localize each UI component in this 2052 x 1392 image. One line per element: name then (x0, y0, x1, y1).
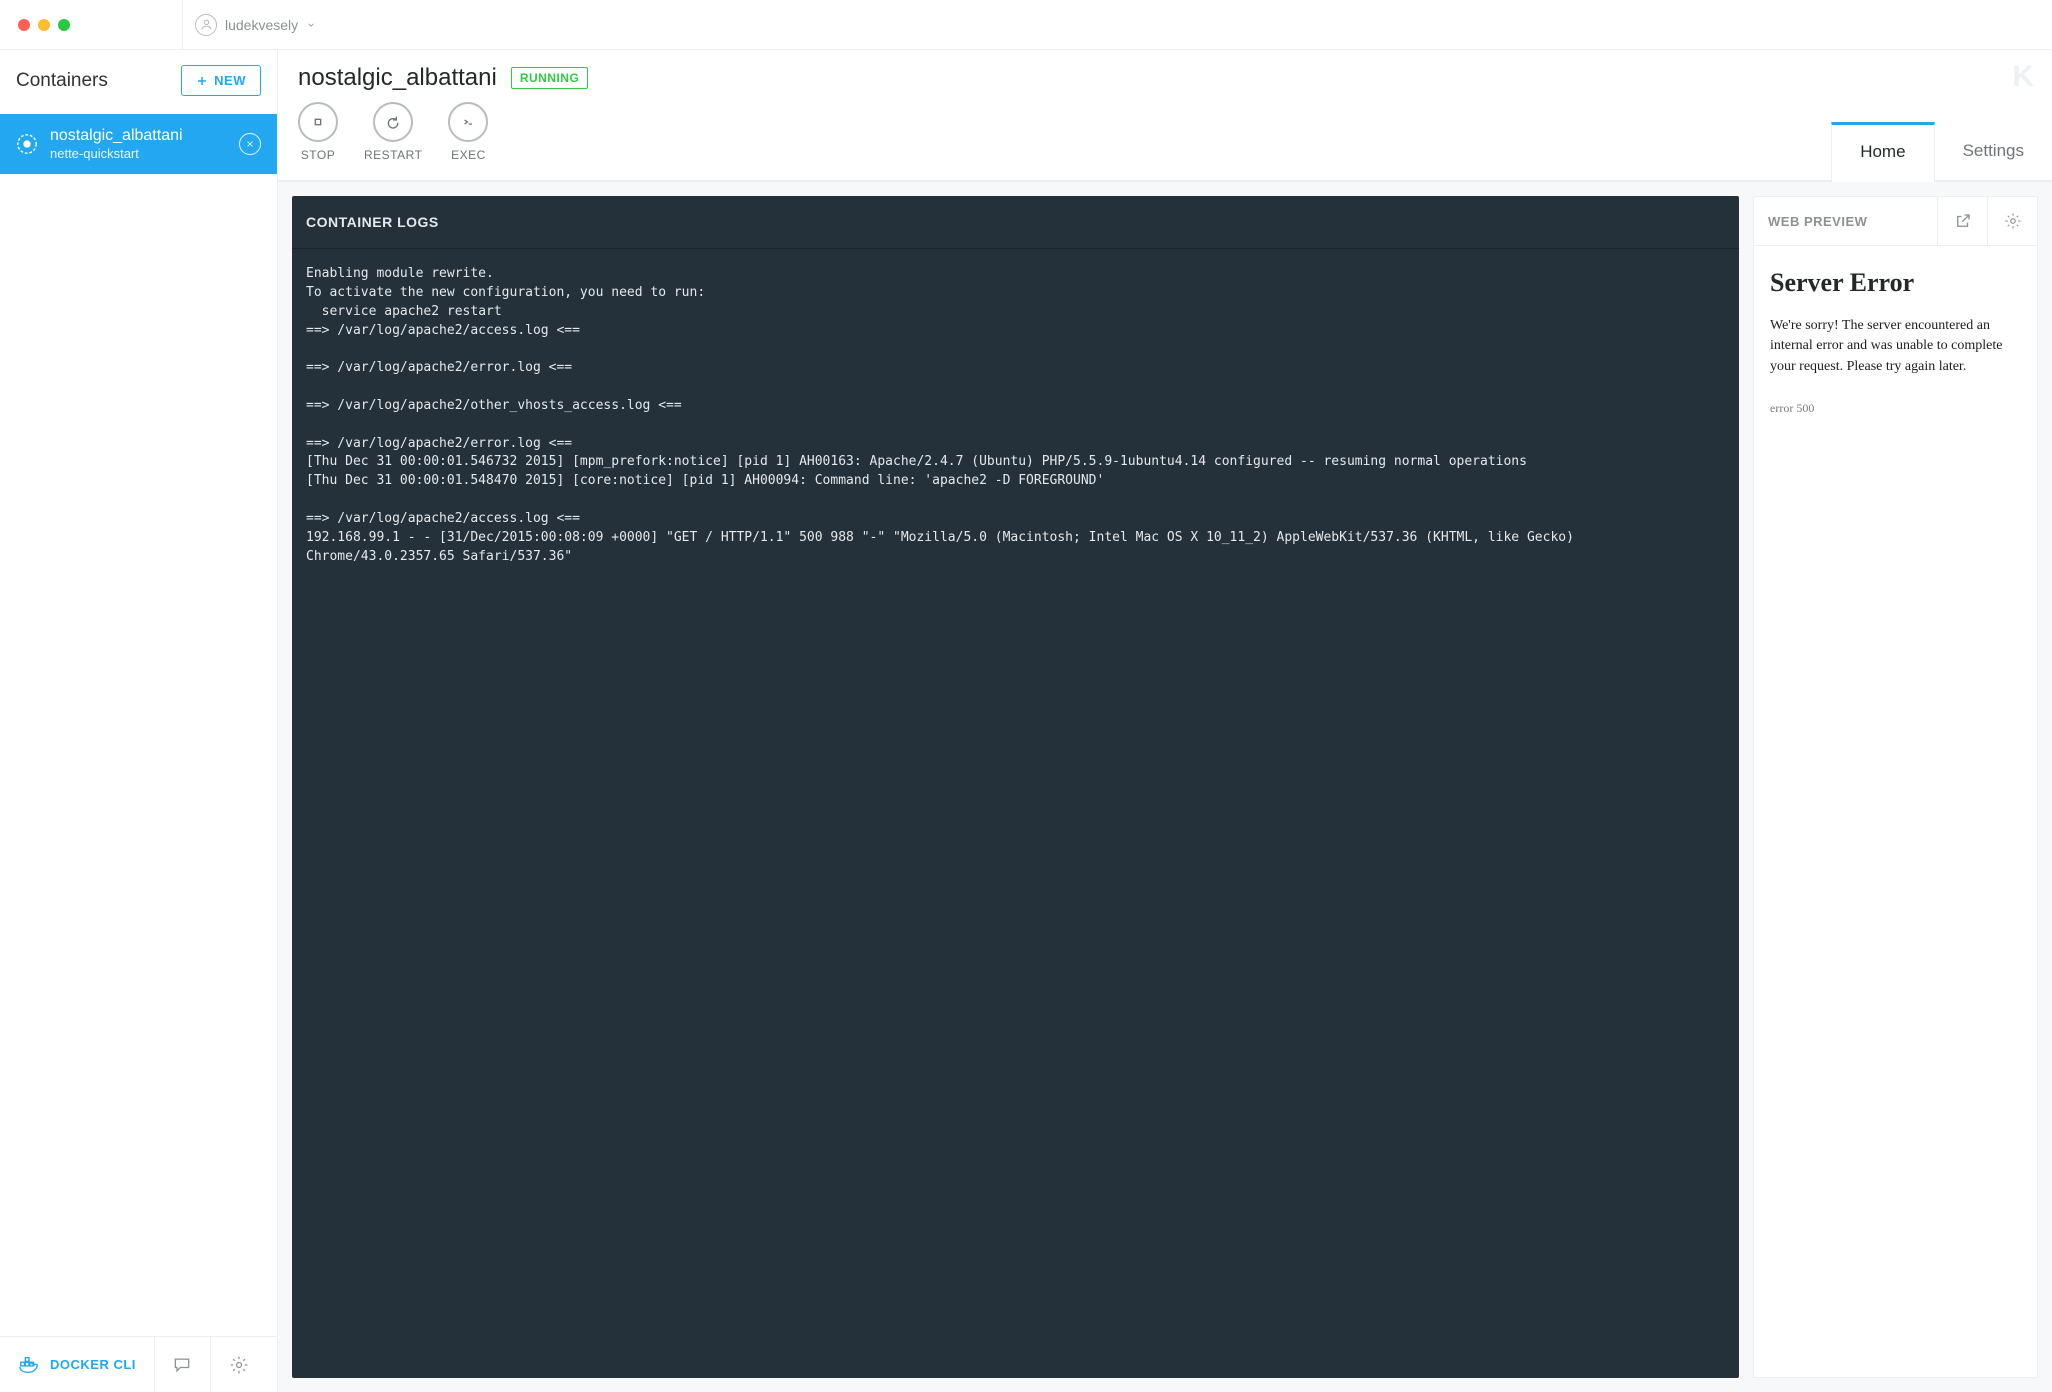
titlebar: ludekvesely (0, 0, 2052, 50)
gear-icon (229, 1355, 249, 1375)
container-running-icon (16, 133, 38, 155)
tab-settings[interactable]: Settings (1935, 121, 2052, 181)
preview-heading: Server Error (1770, 268, 2021, 298)
sidebar-title: Containers (16, 70, 108, 92)
container-list-item[interactable]: nostalgic_albattani nette-quickstart (0, 114, 277, 174)
container-logs-panel: CONTAINER LOGS Enabling module rewrite. … (292, 196, 1739, 1378)
restart-button[interactable]: RESTART (364, 102, 422, 162)
feedback-button[interactable] (155, 1337, 211, 1392)
tab-home[interactable]: Home (1831, 122, 1934, 182)
preview-error-code: error 500 (1770, 401, 2021, 416)
close-icon (245, 139, 255, 149)
stop-label: STOP (301, 148, 335, 162)
user-avatar-icon (195, 14, 217, 36)
sidebar: Containers NEW nostalgic_albattani nette… (0, 50, 278, 1392)
plus-icon (196, 75, 208, 87)
chevron-down-icon (306, 20, 316, 30)
preview-message: We're sorry! The server encountered an i… (1770, 316, 2021, 377)
docker-icon (18, 1354, 40, 1376)
docker-cli-button[interactable]: DOCKER CLI (0, 1337, 155, 1392)
open-external-button[interactable] (1937, 197, 1987, 245)
window-close-button[interactable] (18, 19, 30, 31)
stop-icon (310, 114, 326, 130)
window-zoom-button[interactable] (58, 19, 70, 31)
restart-icon (385, 114, 401, 130)
gear-icon (2004, 212, 2022, 230)
window-minimize-button[interactable] (38, 19, 50, 31)
container-item-remove-button[interactable] (239, 133, 261, 155)
logs-output[interactable]: Enabling module rewrite. To activate the… (292, 249, 1739, 1378)
page-title: nostalgic_albattani (298, 64, 497, 92)
preview-settings-button[interactable] (1987, 197, 2037, 245)
user-name: ludekvesely (225, 17, 298, 33)
new-button-label: NEW (214, 73, 246, 88)
container-item-name: nostalgic_albattani (50, 126, 227, 146)
web-preview-panel: WEB PREVIEW Server Error We're sorry! Th… (1753, 196, 2038, 1378)
container-item-image: nette-quickstart (50, 146, 227, 162)
exec-button[interactable]: EXEC (448, 102, 488, 162)
chat-icon (172, 1355, 192, 1375)
status-badge: RUNNING (511, 67, 589, 89)
app-logo: K (2012, 60, 2032, 94)
web-preview-title: WEB PREVIEW (1754, 214, 1937, 229)
restart-label: RESTART (364, 148, 422, 162)
terminal-icon (460, 114, 476, 130)
new-container-button[interactable]: NEW (181, 65, 261, 96)
external-link-icon (1954, 212, 1972, 230)
user-menu[interactable]: ludekvesely (195, 14, 316, 36)
docker-cli-label: DOCKER CLI (50, 1357, 136, 1372)
content-area: nostalgic_albattani RUNNING K STOP RESTA… (278, 50, 2052, 1392)
stop-button[interactable]: STOP (298, 102, 338, 162)
preferences-button[interactable] (211, 1337, 267, 1392)
exec-label: EXEC (451, 148, 486, 162)
window-controls (18, 19, 70, 31)
web-preview-frame: Server Error We're sorry! The server enc… (1753, 246, 2038, 1378)
logs-title: CONTAINER LOGS (292, 196, 1739, 249)
